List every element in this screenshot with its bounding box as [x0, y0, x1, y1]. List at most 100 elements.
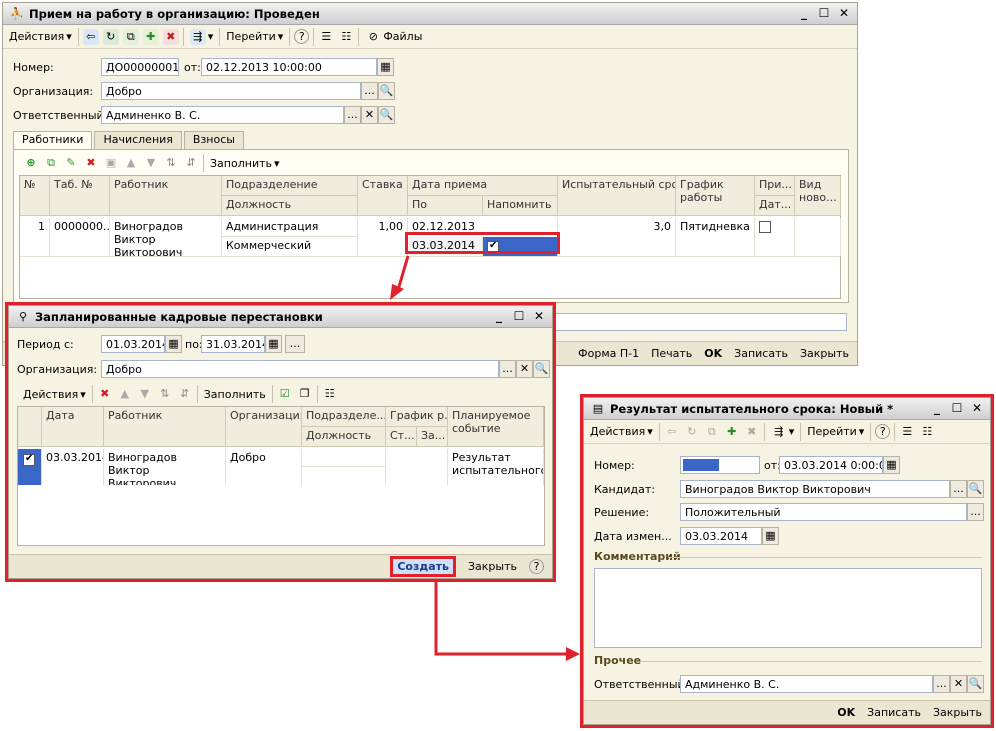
cell-dept[interactable]: Администрация — [222, 218, 358, 237]
close-button[interactable]: Закрыть — [800, 347, 849, 360]
save-button[interactable]: Записать — [734, 347, 788, 360]
fill-button[interactable]: Заполнить — [202, 384, 268, 404]
decision-field[interactable]: Положительный — [680, 503, 967, 521]
search-icon[interactable]: 🔍 — [967, 480, 984, 498]
search-icon[interactable]: 🔍 — [378, 82, 395, 100]
fill-menu[interactable]: Заполнить ▾ — [208, 153, 282, 173]
cell-schedule[interactable]: Пятидневка — [676, 218, 755, 256]
resp-field[interactable]: Админенко В. С. — [101, 106, 344, 124]
files-button[interactable]: ⊘ Файлы — [363, 27, 424, 47]
calendar-icon[interactable]: ▦ — [265, 335, 282, 353]
col-remind[interactable]: Напомнить — [483, 196, 558, 216]
col-worker[interactable]: Работник — [104, 407, 226, 447]
select-button[interactable]: ... — [950, 480, 967, 498]
check-all-icon[interactable]: ☑ — [277, 386, 293, 402]
cell-pri[interactable] — [755, 218, 795, 256]
cell-org[interactable]: Добро — [226, 449, 302, 485]
col-worker[interactable]: Работник — [110, 176, 222, 216]
move-down-icon[interactable]: ▼ — [143, 155, 159, 171]
select-button[interactable]: ... — [967, 503, 984, 521]
col-dat[interactable]: Дат... — [755, 196, 795, 216]
minimize-icon[interactable]: _ — [492, 309, 506, 323]
tab-accruals[interactable]: Начисления — [94, 131, 182, 149]
cell-n[interactable]: 1 — [20, 218, 50, 256]
reread-icon[interactable]: ↻ — [684, 424, 700, 440]
list-settings-icon[interactable]: ☷ — [338, 29, 354, 45]
goto-menu[interactable]: Перейти ▾ — [224, 27, 285, 47]
sort-asc-icon[interactable]: ⇅ — [157, 386, 173, 402]
copy-row-icon[interactable]: ⧉ — [43, 155, 59, 171]
col-pri[interactable]: При... — [755, 176, 795, 196]
search-icon[interactable]: 🔍 — [378, 106, 395, 124]
save-button[interactable]: Записать — [867, 706, 921, 719]
col-pos[interactable]: Должность — [222, 196, 358, 216]
col-trial[interactable]: Испытательный срок — [558, 176, 676, 216]
actions-menu[interactable]: Действия ▾ — [7, 27, 74, 47]
sort-asc-icon[interactable]: ⇅ — [163, 155, 179, 171]
clear-icon[interactable]: ✕ — [516, 360, 533, 378]
select-button[interactable]: ... — [361, 82, 378, 100]
date-field[interactable]: 02.12.2013 10:00:00 — [201, 58, 377, 76]
col-org[interactable]: Организация — [226, 407, 302, 447]
col-n[interactable]: № — [20, 176, 50, 216]
cell-tab[interactable]: 0000000... — [50, 218, 110, 256]
maximize-icon[interactable]: ☐ — [512, 309, 526, 323]
col-schedule[interactable]: График работы — [676, 176, 755, 216]
form-p1-button[interactable]: Форма П-1 — [578, 347, 639, 360]
date-field[interactable]: 03.03.2014 0:00:00 — [779, 456, 883, 474]
reread-icon[interactable]: ↻ — [102, 28, 119, 45]
pri-checkbox[interactable] — [759, 221, 771, 233]
calendar-icon[interactable]: ▦ — [883, 456, 900, 474]
tab-contributions[interactable]: Взносы — [183, 131, 244, 149]
goto-menu[interactable]: Перейти ▾ — [805, 422, 866, 442]
list-settings-icon[interactable]: ☷ — [919, 424, 935, 440]
unpost-icon[interactable]: ✖ — [162, 28, 179, 45]
minimize-icon[interactable]: _ — [930, 401, 944, 415]
cell-pos[interactable]: Коммерческий директор — [222, 237, 358, 256]
period-to-field[interactable]: 31.03.2014 — [201, 335, 265, 353]
col-st[interactable]: Ст... — [386, 427, 417, 447]
search-icon[interactable]: 🔍 — [533, 360, 550, 378]
comment-field[interactable] — [543, 313, 847, 331]
save-close-icon[interactable]: ⇦ — [82, 28, 99, 45]
col-pos[interactable]: Должность — [302, 427, 386, 447]
comment-textarea[interactable] — [594, 568, 982, 648]
org-field[interactable]: Добро — [101, 82, 361, 100]
cell-pos[interactable] — [302, 467, 386, 485]
clear-icon[interactable]: ✕ — [361, 106, 378, 124]
col-za[interactable]: За... — [417, 427, 448, 447]
ok-button[interactable]: OK — [704, 347, 722, 360]
print-button[interactable]: Печать — [651, 347, 692, 360]
row-checkbox[interactable] — [23, 452, 35, 466]
help-icon[interactable]: ? — [294, 29, 310, 44]
calendar-icon[interactable]: ▦ — [165, 335, 182, 353]
col-event[interactable]: Планируемое событие — [448, 407, 544, 447]
select-button[interactable]: ... — [344, 106, 361, 124]
col-to[interactable]: По — [408, 196, 483, 216]
add-icon[interactable]: ⊕ — [23, 155, 39, 171]
cell-rate[interactable]: 1,00 — [358, 218, 408, 256]
sort-desc-icon[interactable]: ⇵ — [177, 386, 193, 402]
col-date[interactable]: Дата — [42, 407, 104, 447]
uncheck-all-icon[interactable]: ❐ — [297, 386, 313, 402]
change-date-field[interactable]: 03.03.2014 — [680, 527, 762, 545]
help-icon[interactable]: ? — [875, 424, 891, 439]
col-kind[interactable]: Вид ново... — [795, 176, 841, 216]
close-icon[interactable]: ✕ — [837, 6, 851, 20]
col-rate[interactable]: Ставка — [358, 176, 408, 216]
close-icon[interactable]: ✕ — [970, 401, 984, 415]
move-down-icon[interactable]: ▼ — [137, 386, 153, 402]
maximize-icon[interactable]: ☐ — [950, 401, 964, 415]
cell-trial[interactable]: 3,0 — [558, 218, 676, 256]
move-up-icon[interactable]: ▲ — [117, 386, 133, 402]
number-field[interactable] — [680, 456, 760, 474]
post-icon[interactable]: ✚ — [724, 424, 740, 440]
close-button[interactable]: Закрыть — [933, 706, 982, 719]
col-check[interactable] — [18, 407, 42, 447]
col-sched[interactable]: График р... — [386, 407, 448, 427]
end-edit-icon[interactable]: ▣ — [103, 155, 119, 171]
unpost-icon[interactable]: ✖ — [744, 424, 760, 440]
number-field[interactable]: ДО000000014 — [101, 58, 179, 76]
clear-icon[interactable]: ✕ — [950, 675, 967, 693]
cell-check[interactable] — [18, 449, 42, 485]
